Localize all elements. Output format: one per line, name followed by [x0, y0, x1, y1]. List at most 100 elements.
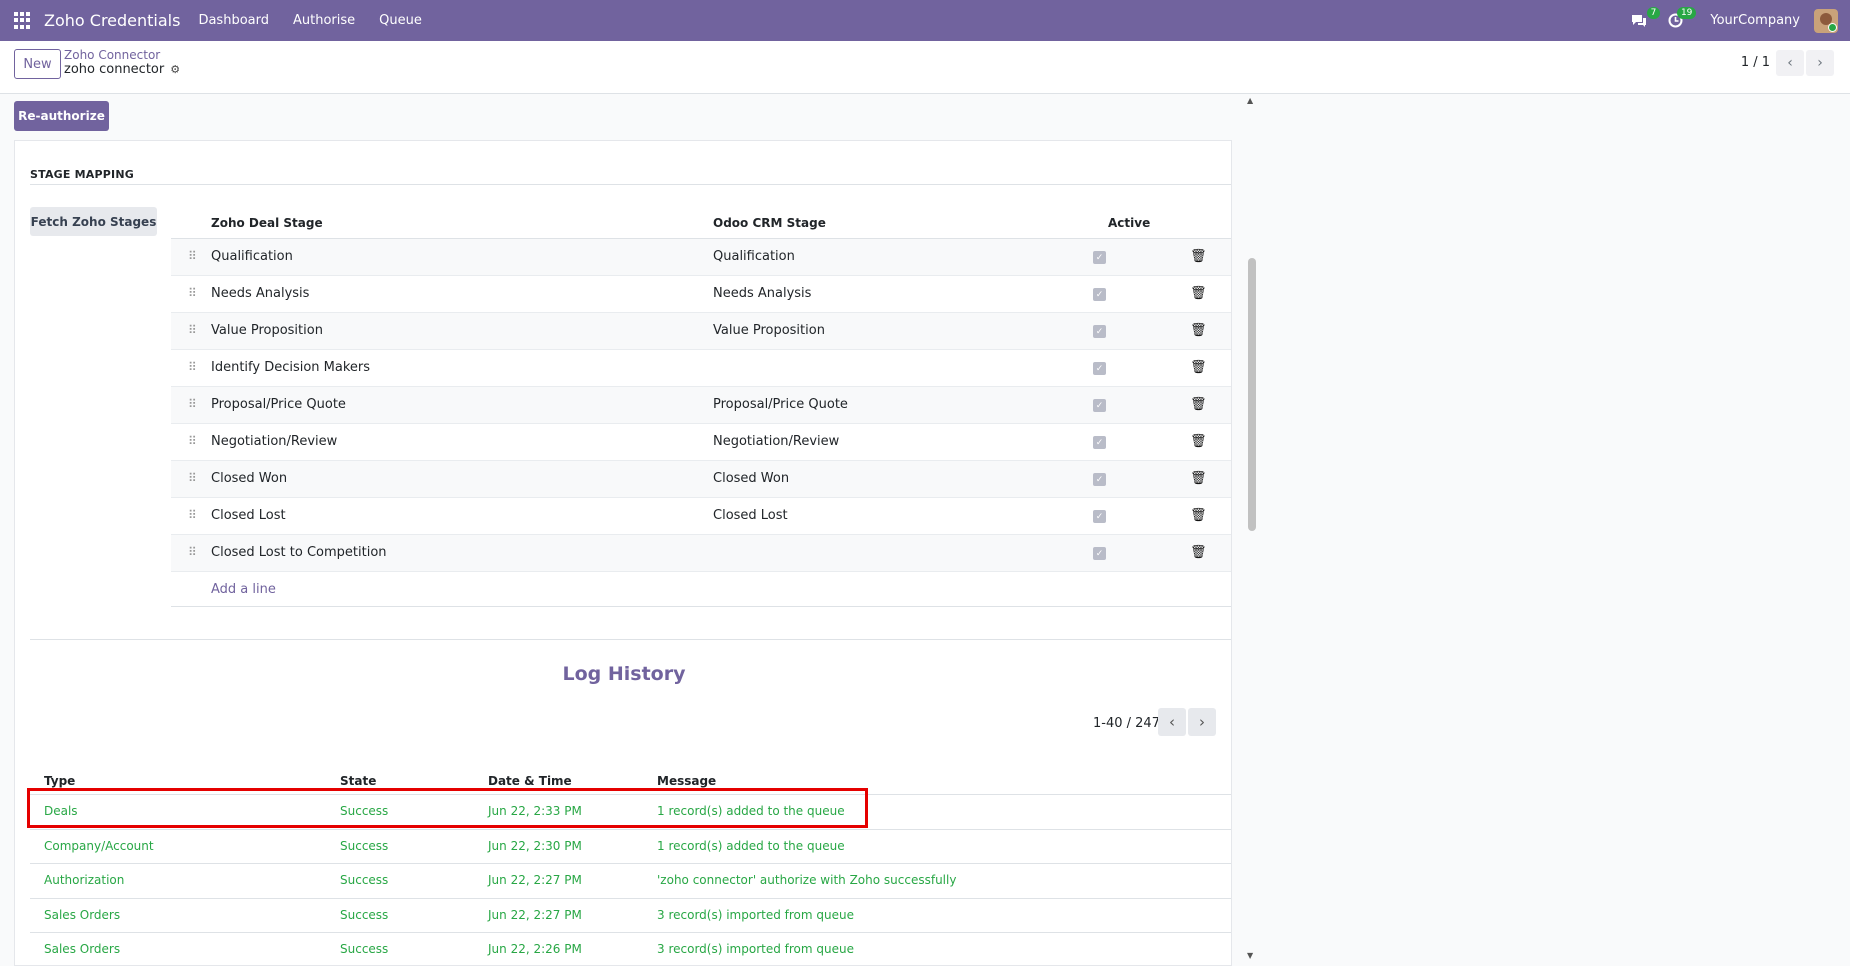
drag-handle-icon[interactable]: ⠿: [188, 397, 197, 411]
zoho-stage-cell[interactable]: Needs Analysis: [211, 286, 309, 301]
column-zoho-deal-stage[interactable]: Zoho Deal Stage: [211, 216, 323, 230]
messages-icon[interactable]: 7: [1628, 6, 1661, 32]
zoho-stage-cell[interactable]: Negotiation/Review: [211, 434, 337, 449]
trash-icon[interactable]: 🗑: [1190, 286, 1207, 301]
table-row[interactable]: Sales Orders Success Jun 22, 2:27 PM 3 r…: [30, 899, 1231, 933]
table-row[interactable]: ⠿ Proposal/Price Quote Proposal/Price Qu…: [171, 387, 1231, 424]
active-checkbox[interactable]: ✓: [1093, 399, 1106, 412]
zoho-stage-cell[interactable]: Proposal/Price Quote: [211, 397, 346, 412]
record-pager-value[interactable]: 1 / 1: [1741, 55, 1770, 70]
odoo-stage-cell[interactable]: Qualification: [713, 249, 795, 264]
drag-handle-icon[interactable]: ⠿: [188, 249, 197, 263]
table-row[interactable]: ⠿ Closed Lost Closed Lost ✓ 🗑: [171, 498, 1231, 535]
log-pager-value[interactable]: 1-40 / 247: [1093, 716, 1160, 731]
scroll-up-arrow-icon[interactable]: ▲: [1247, 96, 1253, 105]
app-grid-icon[interactable]: [14, 11, 32, 30]
activities-clock-icon[interactable]: 19: [1664, 6, 1697, 32]
trash-icon[interactable]: 🗑: [1190, 397, 1207, 412]
trash-icon[interactable]: 🗑: [1190, 545, 1207, 560]
menu-item-authorise[interactable]: Authorise: [293, 13, 355, 28]
menu-item-dashboard[interactable]: Dashboard: [198, 13, 269, 28]
table-row[interactable]: Authorization Success Jun 22, 2:27 PM 'z…: [30, 864, 1231, 899]
scroll-down-arrow-icon[interactable]: ▼: [1247, 951, 1253, 960]
drag-handle-icon[interactable]: ⠿: [188, 545, 197, 559]
chevron-right-icon: ›: [1199, 713, 1205, 731]
log-type-cell: Authorization: [44, 873, 125, 887]
control-panel: New Zoho Connector zoho connector ⚙ 1 / 1…: [0, 41, 1850, 94]
active-checkbox[interactable]: ✓: [1093, 288, 1106, 301]
drag-handle-icon[interactable]: ⠿: [188, 434, 197, 448]
odoo-stage-cell[interactable]: Needs Analysis: [713, 286, 811, 301]
zoho-stage-cell[interactable]: Closed Lost to Competition: [211, 545, 387, 560]
active-checkbox[interactable]: ✓: [1093, 251, 1106, 264]
table-row[interactable]: ⠿ Value Proposition Value Proposition ✓ …: [171, 313, 1231, 350]
column-state[interactable]: State: [340, 774, 376, 788]
active-checkbox[interactable]: ✓: [1093, 436, 1106, 449]
trash-icon[interactable]: 🗑: [1190, 360, 1207, 375]
section-divider: [30, 184, 1231, 185]
fetch-zoho-stages-button[interactable]: Fetch Zoho Stages: [30, 207, 157, 236]
table-row[interactable]: ⠿ Qualification Qualification ✓ 🗑: [171, 239, 1231, 276]
column-message[interactable]: Message: [657, 774, 716, 788]
table-header: Zoho Deal Stage Odoo CRM Stage Active: [171, 206, 1231, 239]
zoho-stage-cell[interactable]: Closed Lost: [211, 508, 286, 523]
app-title[interactable]: Zoho Credentials: [44, 11, 180, 30]
active-checkbox[interactable]: ✓: [1093, 362, 1106, 375]
active-checkbox[interactable]: ✓: [1093, 510, 1106, 523]
table-row[interactable]: Sales Orders Success Jun 22, 2:26 PM 3 r…: [30, 933, 1231, 966]
menu-item-queue[interactable]: Queue: [379, 13, 422, 28]
zoho-stage-cell[interactable]: Identify Decision Makers: [211, 360, 370, 375]
log-date-cell: Jun 22, 2:27 PM: [488, 907, 582, 922]
odoo-stage-cell[interactable]: Value Proposition: [713, 323, 825, 338]
column-type[interactable]: Type: [44, 774, 75, 788]
log-date-cell: Jun 22, 2:27 PM: [488, 873, 582, 887]
column-active[interactable]: Active: [1108, 216, 1150, 230]
breadcrumb-parent[interactable]: Zoho Connector: [64, 48, 160, 62]
add-line-row: Add a line: [171, 572, 1231, 607]
table-row[interactable]: ⠿ Identify Decision Makers ✓ 🗑: [171, 350, 1231, 387]
pager-previous-button[interactable]: ‹: [1776, 50, 1804, 76]
drag-handle-icon[interactable]: ⠿: [188, 508, 197, 522]
drag-handle-icon[interactable]: ⠿: [188, 323, 197, 337]
gear-icon[interactable]: ⚙: [170, 63, 180, 76]
column-date-time[interactable]: Date & Time: [488, 774, 572, 788]
trash-icon[interactable]: 🗑: [1190, 323, 1207, 338]
add-line-link[interactable]: Add a line: [211, 582, 276, 597]
log-pager-previous-button[interactable]: ‹: [1158, 708, 1186, 736]
scrollbar-thumb[interactable]: [1248, 258, 1256, 531]
table-row[interactable]: ⠿ Needs Analysis Needs Analysis ✓ 🗑: [171, 276, 1231, 313]
trash-icon[interactable]: 🗑: [1190, 249, 1207, 264]
odoo-stage-cell[interactable]: Negotiation/Review: [713, 434, 839, 449]
user-avatar[interactable]: [1814, 8, 1838, 33]
trash-icon[interactable]: 🗑: [1190, 508, 1207, 523]
odoo-stage-cell[interactable]: Proposal/Price Quote: [713, 397, 848, 412]
table-row[interactable]: Company/Account Success Jun 22, 2:30 PM …: [30, 830, 1231, 864]
log-pager-next-button[interactable]: ›: [1188, 708, 1216, 736]
zoho-stage-cell[interactable]: Value Proposition: [211, 323, 323, 338]
reauthorize-button[interactable]: Re-authorize: [14, 101, 109, 131]
pager-next-button[interactable]: ›: [1806, 50, 1834, 76]
messages-count-badge: 7: [1646, 6, 1661, 19]
log-type-cell: Company/Account: [44, 838, 154, 853]
section-divider: [30, 639, 1231, 640]
zoho-stage-cell[interactable]: Closed Won: [211, 471, 287, 486]
trash-icon[interactable]: 🗑: [1190, 434, 1207, 449]
drag-handle-icon[interactable]: ⠿: [188, 286, 197, 300]
log-message-cell: 3 record(s) imported from queue: [657, 907, 854, 922]
active-checkbox[interactable]: ✓: [1093, 547, 1106, 560]
new-button[interactable]: New: [14, 49, 61, 79]
column-odoo-crm-stage[interactable]: Odoo CRM Stage: [713, 216, 826, 230]
drag-handle-icon[interactable]: ⠿: [188, 360, 197, 374]
active-checkbox[interactable]: ✓: [1093, 473, 1106, 486]
odoo-stage-cell[interactable]: Closed Lost: [713, 508, 788, 523]
company-switcher[interactable]: YourCompany: [1710, 13, 1800, 28]
active-checkbox[interactable]: ✓: [1093, 325, 1106, 338]
navbar-systray: 7 19 YourCompany: [1628, 0, 1850, 41]
table-row[interactable]: ⠿ Closed Lost to Competition ✓ 🗑: [171, 535, 1231, 572]
odoo-stage-cell[interactable]: Closed Won: [713, 471, 789, 486]
trash-icon[interactable]: 🗑: [1190, 471, 1207, 486]
table-row[interactable]: ⠿ Closed Won Closed Won ✓ 🗑: [171, 461, 1231, 498]
drag-handle-icon[interactable]: ⠿: [188, 471, 197, 485]
table-row[interactable]: ⠿ Negotiation/Review Negotiation/Review …: [171, 424, 1231, 461]
zoho-stage-cell[interactable]: Qualification: [211, 249, 293, 264]
